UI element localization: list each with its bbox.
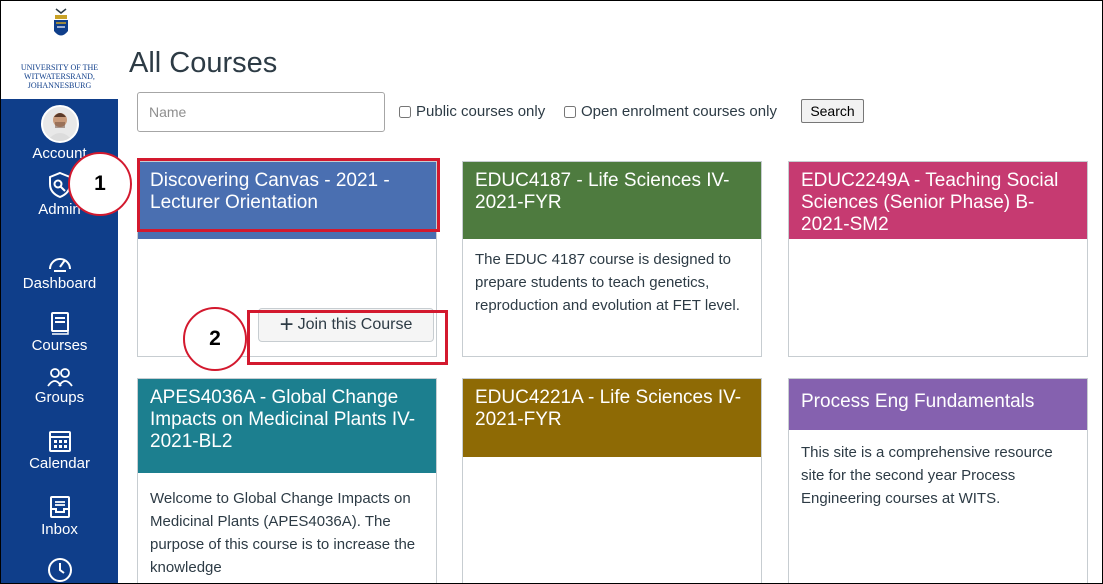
course-card[interactable]: EDUC4187 - Life Sciences IV-2021-FYR The… <box>462 161 762 357</box>
calendar-icon <box>48 431 71 452</box>
logo-line: UNIVERSITY OF THE <box>20 63 99 72</box>
join-course-label: Join this Course <box>297 316 413 333</box>
logo-line: WITWATERSRAND, <box>24 72 95 81</box>
open-enrolment-filter[interactable]: Open enrolment courses only <box>564 103 777 120</box>
search-button[interactable]: Search <box>801 99 864 123</box>
course-title: EDUC2249A - Teaching Social Sciences (Se… <box>801 170 1059 235</box>
nav-item-groups[interactable]: Groups <box>1 367 118 406</box>
course-description: This site is a comprehensive resource si… <box>801 444 1053 507</box>
logo-line: JOHANNESBURG <box>27 81 92 90</box>
canvas-window: UNIVERSITY OF THE WITWATERSRAND, JOHANNE… <box>0 0 1103 584</box>
nav-label: Groups <box>34 389 85 406</box>
crest-icon <box>54 8 68 36</box>
course-card[interactable]: Process Eng Fundamentals This site is a … <box>788 378 1088 583</box>
course-card[interactable]: EDUC2249A - Teaching Social Sciences (Se… <box>788 161 1088 357</box>
course-card-header[interactable]: EDUC4221A - Life Sciences IV-2021-FYR <box>463 379 761 457</box>
book-icon <box>50 312 69 335</box>
callout-number: 2 <box>209 327 221 350</box>
course-card-header[interactable]: EDUC4187 - Life Sciences IV-2021-FYR <box>463 162 761 239</box>
people-icon <box>46 368 73 387</box>
course-card-header[interactable]: Process Eng Fundamentals <box>789 379 1087 430</box>
nav-item-courses[interactable]: Courses <box>1 311 118 354</box>
nav-label: Dashboard <box>22 275 97 292</box>
public-courses-checkbox[interactable] <box>399 105 411 118</box>
avatar <box>40 105 79 143</box>
page-title: All Courses <box>129 47 278 79</box>
join-course-button[interactable]: + Join this Course <box>258 308 434 342</box>
course-card-header[interactable]: EDUC2249A - Teaching Social Sciences (Se… <box>789 162 1087 239</box>
university-logo[interactable]: UNIVERSITY OF THE WITWATERSRAND, JOHANNE… <box>1 1 118 97</box>
course-card[interactable]: Discovering Canvas - 2021 - Lecturer Ori… <box>137 161 437 357</box>
course-name-search-input[interactable] <box>137 92 385 132</box>
course-title: EDUC4187 - Life Sciences IV-2021-FYR <box>475 170 730 213</box>
callout-step-1: 1 <box>68 152 132 216</box>
course-card-header[interactable]: APES4036A - Global Change Impacts on Med… <box>138 379 436 473</box>
user-avatar-icon <box>46 113 73 141</box>
course-card[interactable]: EDUC4221A - Life Sciences IV-2021-FYR <box>462 378 762 583</box>
nav-label: Inbox <box>41 521 78 538</box>
course-title: EDUC4221A - Life Sciences IV-2021-FYR <box>475 387 742 430</box>
open-enrolment-label: Open enrolment courses only <box>581 103 777 120</box>
public-courses-filter[interactable]: Public courses only <box>399 103 545 120</box>
public-courses-label: Public courses only <box>416 103 546 120</box>
course-title: Discovering Canvas - 2021 - Lecturer Ori… <box>150 170 390 213</box>
nav-label: Courses <box>31 337 88 354</box>
course-title: APES4036A - Global Change Impacts on Med… <box>150 387 416 452</box>
clock-icon <box>47 558 72 582</box>
nav-item-inbox[interactable]: Inbox <box>1 495 118 538</box>
course-card-header[interactable]: Discovering Canvas - 2021 - Lecturer Ori… <box>138 162 436 239</box>
course-description: Welcome to Global Change Impacts on Medi… <box>150 490 416 576</box>
speedometer-icon <box>48 258 71 272</box>
nav-item-history[interactable] <box>1 557 118 583</box>
nav-item-calendar[interactable]: Calendar <box>1 429 118 472</box>
course-title: Process Eng Fundamentals <box>801 391 1035 412</box>
nav-label: Calendar <box>29 455 90 472</box>
open-enrolment-checkbox[interactable] <box>564 105 576 118</box>
logo-text: UNIVERSITY OF THE WITWATERSRAND, JOHANNE… <box>1 63 118 90</box>
global-nav: UNIVERSITY OF THE WITWATERSRAND, JOHANNE… <box>1 1 118 583</box>
nav-item-dashboard[interactable]: Dashboard <box>1 251 118 292</box>
inbox-icon <box>49 496 70 518</box>
course-description: The EDUC 4187 course is designed to prep… <box>475 251 740 314</box>
course-card[interactable]: APES4036A - Global Change Impacts on Med… <box>137 378 437 583</box>
callout-number: 1 <box>94 172 106 195</box>
callout-step-2: 2 <box>183 307 247 371</box>
plus-icon: + <box>279 311 294 338</box>
